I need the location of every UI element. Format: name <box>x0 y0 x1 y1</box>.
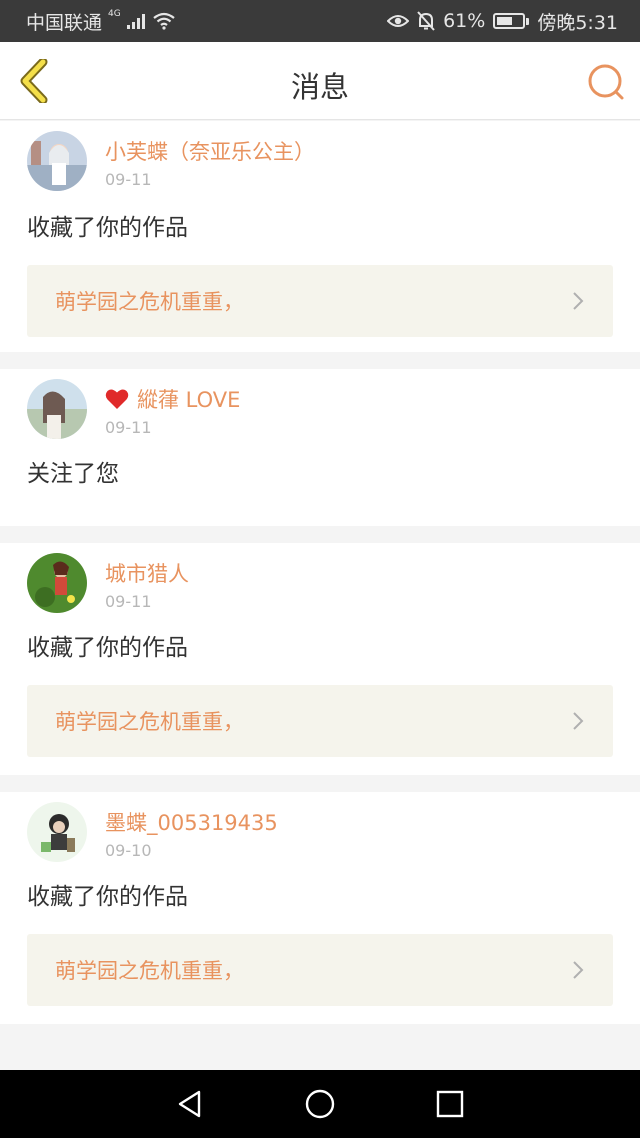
username-text: 縱葎 LOVE <box>137 388 241 412</box>
message-item: 墨蝶_005319435 09-10 收藏了你的作品 萌学园之危机重重， <box>0 792 640 1024</box>
status-bar: 中国联通 4G 61% 傍晚5:31 <box>0 0 640 42</box>
search-button[interactable] <box>586 62 626 102</box>
chevron-right-icon <box>573 712 584 730</box>
chevron-right-icon <box>573 961 584 979</box>
work-title: 萌学园之危机重重， <box>55 710 244 734</box>
message-action: 收藏了你的作品 <box>27 215 188 241</box>
username[interactable]: 小芙蝶（奈亚乐公主） <box>105 136 315 166</box>
message-date: 09-11 <box>105 592 152 611</box>
work-title: 萌学园之危机重重， <box>55 959 244 983</box>
bell-off-icon <box>417 11 435 31</box>
square-recents-icon <box>436 1090 464 1118</box>
triangle-back-icon <box>178 1090 201 1118</box>
message-date: 09-11 <box>105 170 152 189</box>
username[interactable]: 墨蝶_005319435 <box>105 807 278 837</box>
message-action: 收藏了你的作品 <box>27 635 188 661</box>
eye-icon <box>387 15 410 27</box>
circle-home-icon <box>305 1089 335 1119</box>
avatar[interactable] <box>27 379 87 439</box>
page-title: 消息 <box>290 70 349 104</box>
message-item: 城市猎人 09-11 收藏了你的作品 萌学园之危机重重， <box>0 543 640 775</box>
nav-recents-button[interactable] <box>430 1084 470 1124</box>
message-list: 小芙蝶（奈亚乐公主） 09-11 收藏了你的作品 萌学园之危机重重， 縱葎 LO… <box>0 121 640 1024</box>
work-title: 萌学园之危机重重， <box>55 290 244 314</box>
message-date: 09-10 <box>105 841 152 860</box>
clock: 傍晚5:31 <box>537 11 618 34</box>
nav-home-button[interactable] <box>300 1084 340 1124</box>
nav-back-button[interactable] <box>170 1084 210 1124</box>
message-item: 小芙蝶（奈亚乐公主） 09-11 收藏了你的作品 萌学园之危机重重， <box>0 121 640 352</box>
username[interactable]: 城市猎人 <box>105 558 189 588</box>
app-header: 消息 <box>0 42 640 120</box>
avatar[interactable] <box>27 131 87 191</box>
heart-icon <box>105 389 129 409</box>
chevron-right-icon <box>573 292 584 310</box>
battery-percent: 61% <box>443 10 486 32</box>
message-action: 关注了您 <box>27 461 119 487</box>
network-type: 4G <box>108 9 121 19</box>
work-link[interactable]: 萌学园之危机重重， <box>27 265 613 337</box>
wifi-icon <box>153 12 175 30</box>
message-action: 收藏了你的作品 <box>27 884 188 910</box>
avatar[interactable] <box>27 553 87 613</box>
carrier-name: 中国联通 <box>26 11 103 34</box>
message-item: 縱葎 LOVE 09-11 关注了您 <box>0 369 640 526</box>
username[interactable]: 縱葎 LOVE <box>105 384 240 414</box>
work-link[interactable]: 萌学园之危机重重， <box>27 934 613 1006</box>
signal-icon <box>126 13 145 29</box>
system-nav-bar <box>0 1070 640 1138</box>
message-date: 09-11 <box>105 418 152 437</box>
avatar[interactable] <box>27 802 87 862</box>
battery-icon <box>493 13 530 29</box>
search-icon <box>588 64 624 100</box>
work-link[interactable]: 萌学园之危机重重， <box>27 685 613 757</box>
